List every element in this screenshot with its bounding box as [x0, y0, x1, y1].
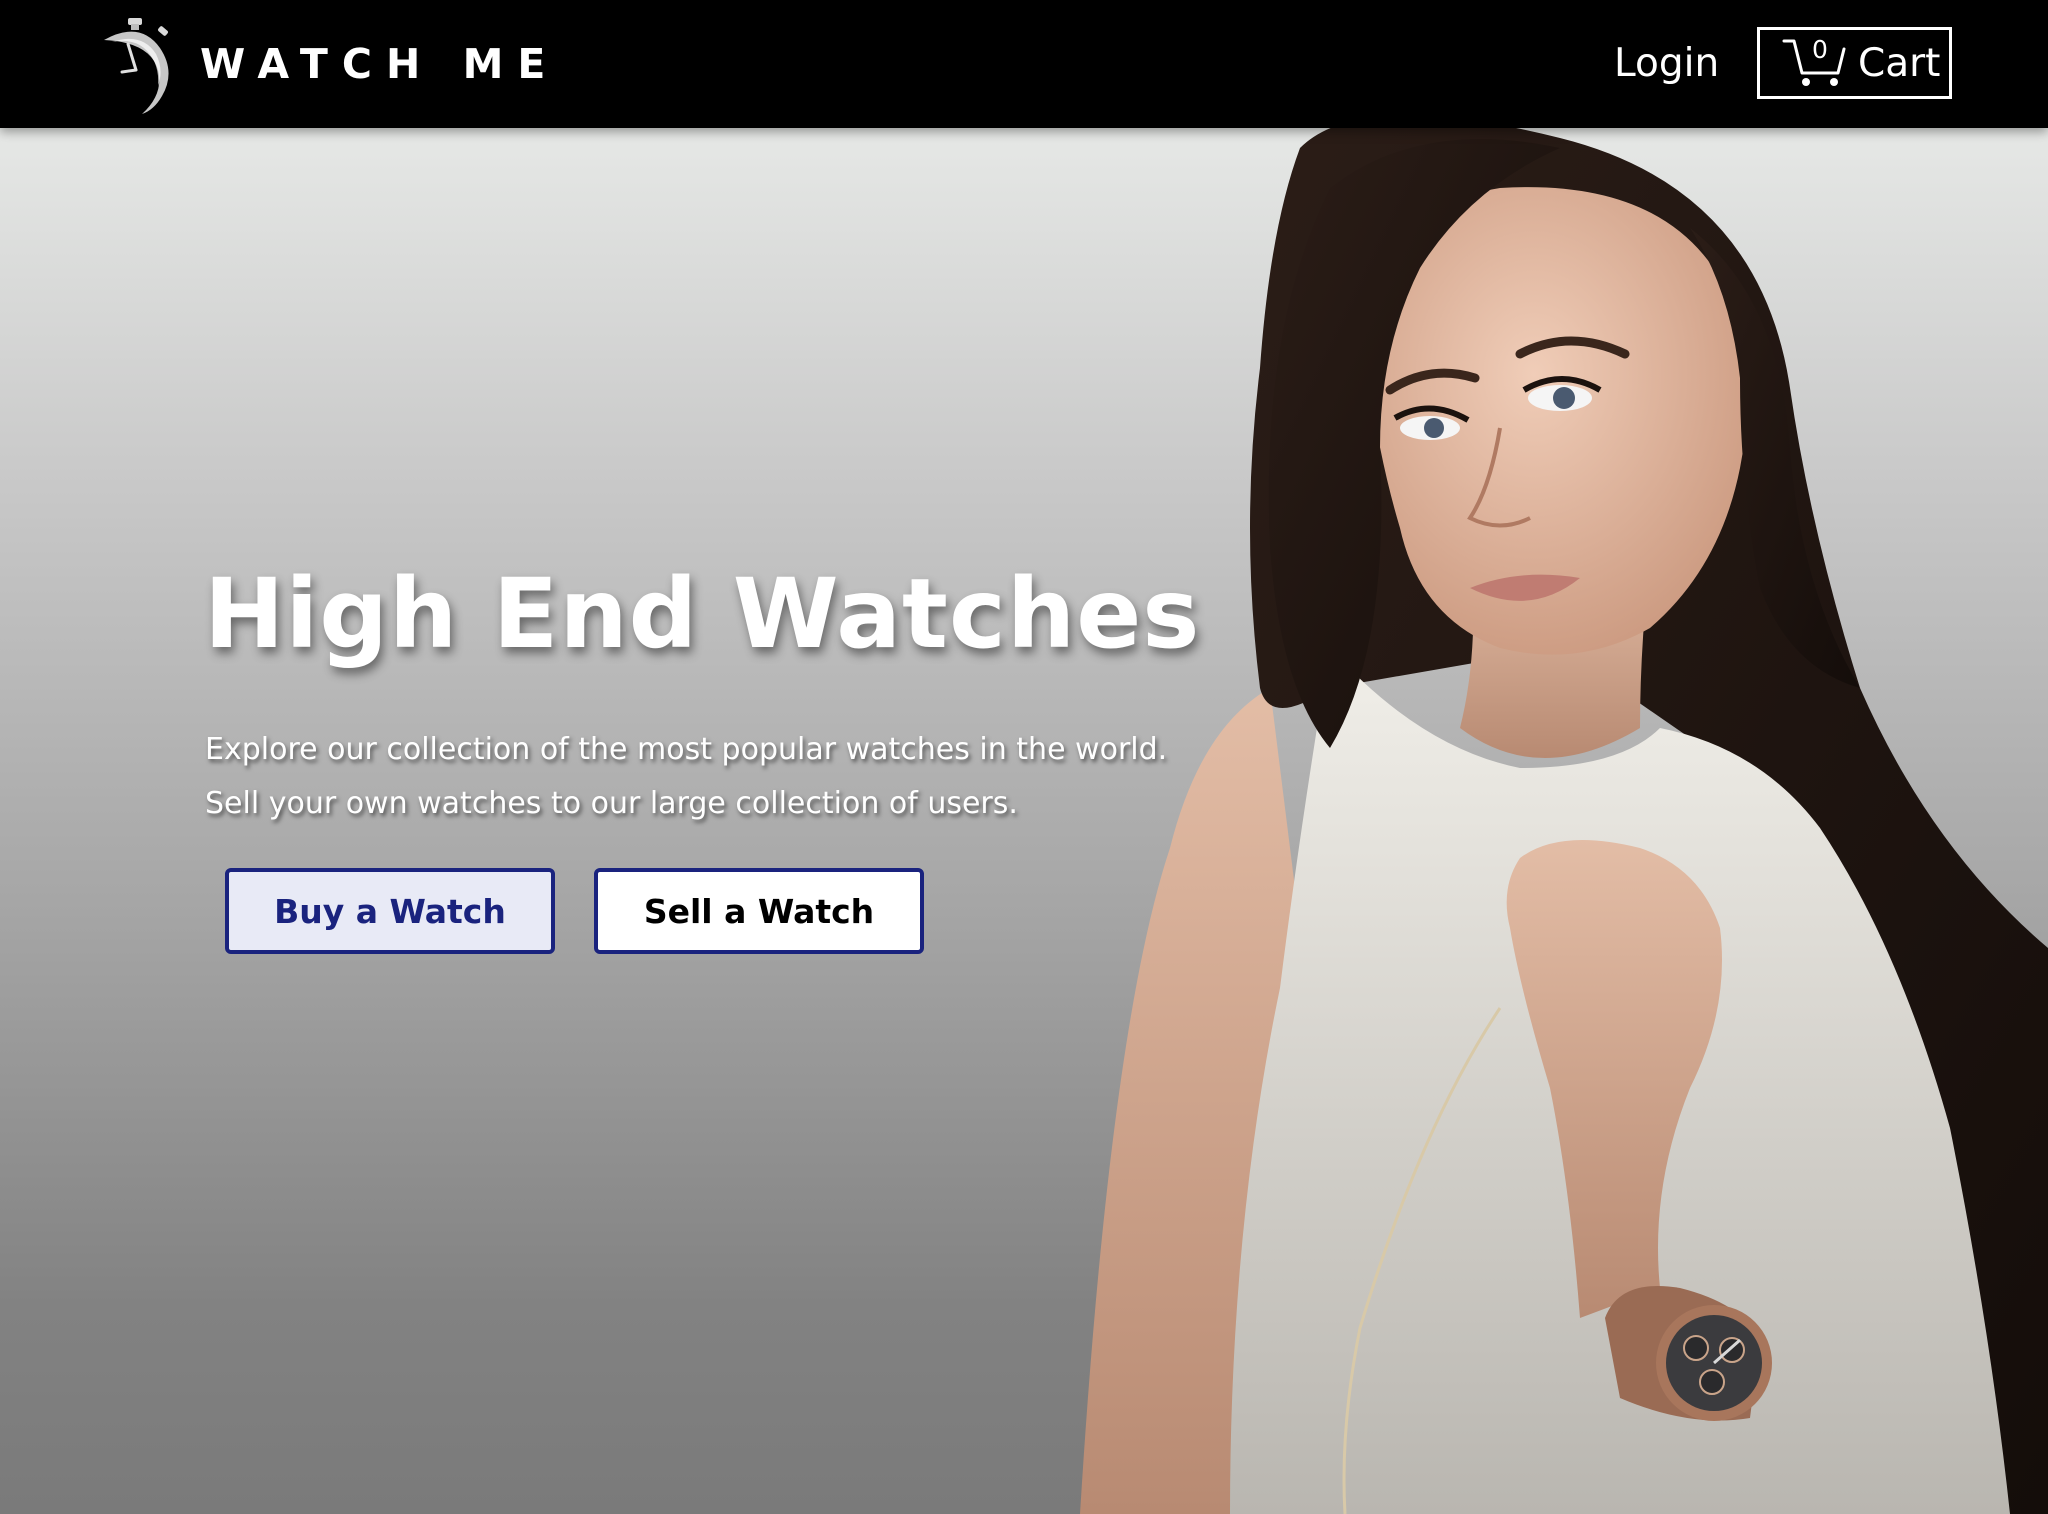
hero-description: Explore our collection of the most popul…: [205, 723, 1167, 831]
stopwatch-icon: [104, 18, 169, 114]
hero-section: High End Watches Explore our collection …: [0, 128, 2048, 1514]
shopping-cart-icon: 0: [1782, 35, 1848, 89]
hero-title: High End Watches: [204, 558, 1201, 670]
brand[interactable]: WATCH ME: [98, 14, 559, 114]
cart-button[interactable]: 0 Cart: [1757, 27, 1952, 99]
hero-description-line: Explore our collection of the most popul…: [205, 732, 1168, 767]
buy-watch-button[interactable]: Buy a Watch: [225, 868, 555, 954]
top-navbar: WATCH ME Login 0 Cart: [0, 0, 2048, 128]
brand-name: WATCH ME: [200, 40, 560, 88]
cart-label: Cart: [1858, 40, 1941, 86]
login-link[interactable]: Login: [1614, 34, 1719, 94]
hero-description-line: Sell your own watches to our large colle…: [205, 786, 1018, 821]
cart-count: 0: [1812, 35, 1828, 64]
sell-watch-button[interactable]: Sell a Watch: [594, 868, 924, 954]
